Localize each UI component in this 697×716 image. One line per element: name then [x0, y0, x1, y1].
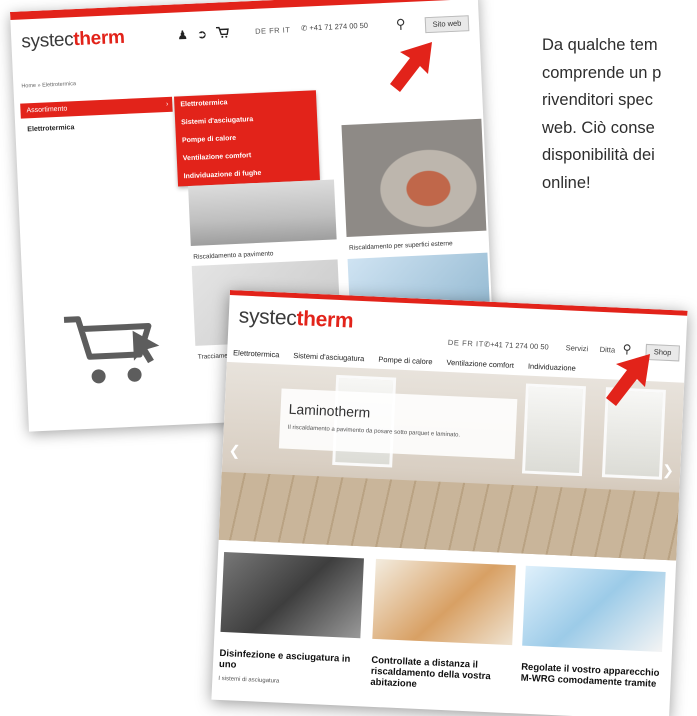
teaser-title: Disinfezione e asciugatura in uno [218, 647, 351, 671]
chevron-right-icon: › [165, 100, 169, 109]
header-icons: ♟ ➲ [177, 26, 229, 43]
site-logo[interactable]: systectherm [21, 27, 125, 54]
hero-title: Laminotherm [288, 400, 371, 421]
intro-line: comprende un p [542, 63, 662, 82]
product-tile-caption[interactable]: Riscaldamento a pavimento [193, 250, 273, 261]
teaser-title: Regolate il vostro apparecchio M-WRG com… [520, 661, 660, 690]
teaser-card[interactable]: Controllate a distanza il riscaldamento … [370, 558, 516, 694]
nav-item[interactable]: Sistemi d'asciugatura [293, 351, 364, 363]
site-logo[interactable]: systectherm [238, 304, 354, 333]
chevron-right-icon[interactable]: ❯ [662, 462, 674, 480]
nav-item[interactable]: Elettrotermica [233, 348, 280, 359]
hero-window-decor [521, 383, 587, 477]
intro-paragraph: Da qualche tem comprende un p rivenditor… [542, 32, 697, 197]
intro-line: disponibilità dei [542, 146, 655, 164]
red-arrow-icon [390, 42, 432, 92]
phone-number[interactable]: ✆+41 71 274 00 50 [484, 340, 549, 352]
assortment-menu-button[interactable]: Assortimento › [20, 96, 173, 119]
teaser-title: Controllate a distanza il riscaldamento … [370, 654, 491, 690]
page: Da qualche tem comprende un p rivenditor… [0, 0, 697, 716]
hero-subtitle: Il riscaldamento a pavimento da posare s… [287, 424, 461, 439]
product-tile-image[interactable] [341, 118, 487, 237]
user-icon[interactable]: ♟ [177, 28, 188, 43]
teaser-image [372, 558, 516, 646]
phone-number[interactable]: ✆ +41 71 274 00 50 [301, 21, 368, 33]
breadcrumb[interactable]: Home » Elettrotermica [21, 81, 76, 89]
language-switch[interactable]: DE FR IT [255, 25, 291, 36]
intro-line: Da qualche tem [542, 36, 658, 54]
teaser-image [522, 565, 666, 652]
logout-icon[interactable]: ➲ [197, 27, 208, 42]
big-cart-cursor-icon [62, 305, 171, 390]
teaser-image [220, 552, 364, 639]
website-button[interactable]: Sito web [424, 15, 470, 34]
teaser-card[interactable]: Regolate il vostro apparecchio M-WRG com… [520, 565, 666, 690]
hero-floor-decor [218, 471, 680, 561]
search-icon[interactable]: ⚲ [396, 16, 406, 32]
cart-icon[interactable] [215, 26, 230, 42]
sidebar-item-elettrotermica[interactable]: Elettrotermica [27, 124, 74, 133]
chevron-left-icon[interactable]: ❮ [228, 442, 240, 460]
teaser-card[interactable]: Disinfezione e asciugatura in uno I sist… [218, 552, 364, 688]
intro-line: online! [542, 173, 591, 192]
intro-line: rivenditori spec [542, 91, 653, 109]
teaser-text: I sistemi di asciugatura [218, 675, 280, 685]
phone-icon: ✆ [300, 23, 308, 33]
nav-item[interactable]: Pompe di calore [378, 355, 433, 366]
intro-line: web. Ciò conse [542, 118, 655, 137]
nav-item[interactable]: Ventilazione comfort [446, 358, 514, 370]
product-tile-image[interactable] [188, 179, 337, 247]
hero-banner: Laminotherm Il riscaldamento a pavimento… [278, 388, 518, 460]
red-arrow-icon [606, 354, 650, 406]
product-tile-caption[interactable]: Riscaldamento per superfici esterne [349, 240, 453, 252]
nav-item[interactable]: Individuazione [528, 362, 576, 373]
nav-servizi[interactable]: Servizi [566, 343, 589, 353]
language-switch[interactable]: DE FR IT [448, 338, 484, 349]
category-dropdown-menu: Elettrotermica Sistemi d'asciugatura Pom… [174, 90, 320, 187]
